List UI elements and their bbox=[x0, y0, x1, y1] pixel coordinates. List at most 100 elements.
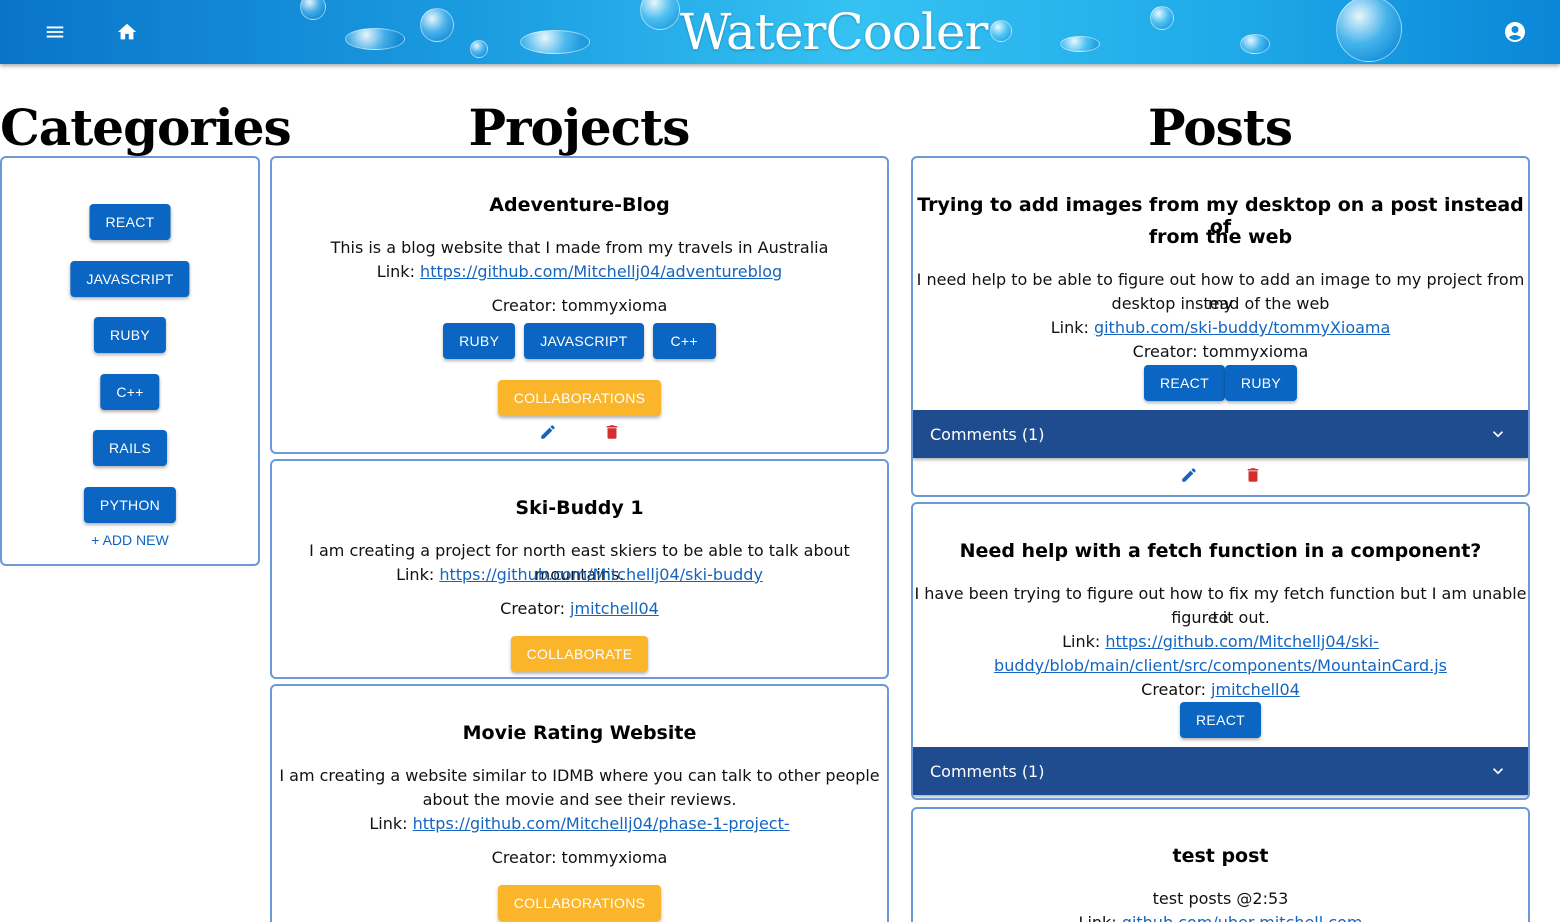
creator-label: Creator: bbox=[491, 848, 562, 867]
link-label: Link: bbox=[396, 565, 440, 584]
bubble-decoration bbox=[1150, 6, 1174, 30]
post-card: Need help with a fetch function in a com… bbox=[911, 502, 1530, 800]
post-creator[interactable]: jmitchell04 bbox=[1211, 680, 1300, 699]
post-link-line: Link: https://github.com/Mitchellj04/ski… bbox=[913, 630, 1528, 654]
post-title: from the web bbox=[1148, 226, 1293, 248]
post-tags: REACT bbox=[913, 702, 1528, 738]
categories-heading: Categories bbox=[0, 98, 292, 157]
post-body: figure it out. bbox=[1171, 608, 1270, 627]
creator-label: Creator: bbox=[500, 599, 571, 618]
home-button[interactable] bbox=[111, 16, 143, 48]
project-link-line: Link: https://github.com/Mitchellj04/adv… bbox=[272, 260, 887, 284]
bubble-decoration bbox=[640, 0, 680, 30]
project-actions: COLLABORATIONS bbox=[272, 380, 887, 416]
menu-button[interactable] bbox=[39, 16, 71, 48]
post-creator-line: Creator: tommyxioma bbox=[913, 340, 1528, 364]
post-link-line: Link: github.com/uber-mitchell.com bbox=[913, 911, 1528, 922]
post-link[interactable]: github.com/ski-buddy/tommyXioama bbox=[1094, 318, 1390, 337]
chevron-down-icon bbox=[1493, 431, 1503, 438]
project-creator[interactable]: jmitchell04 bbox=[570, 599, 659, 618]
project-description: I am creating a website similar to IDMB … bbox=[279, 766, 880, 785]
collaborations-button[interactable]: COLLABORATIONS bbox=[497, 380, 662, 416]
link-label: Link: bbox=[1079, 913, 1122, 922]
account-circle-icon bbox=[1505, 22, 1525, 42]
post-card: Trying to add images from my desktop on … bbox=[911, 156, 1530, 497]
tag-ruby-button[interactable]: RUBY bbox=[443, 323, 516, 359]
post-link[interactable]: buddy/blob/main/client/src/components/Mo… bbox=[994, 656, 1447, 675]
tag-ruby-button[interactable]: RUBY bbox=[1224, 365, 1298, 401]
bubble-decoration bbox=[1060, 36, 1100, 52]
post-title: Need help with a fetch function in a com… bbox=[959, 540, 1482, 562]
post-body: test posts @2:53 bbox=[1152, 889, 1289, 908]
category-javascript-button[interactable]: JAVASCRIPT bbox=[70, 261, 190, 297]
post-link[interactable]: https://github.com/Mitchellj04/ski- bbox=[1105, 632, 1379, 651]
edit-icon[interactable] bbox=[1179, 465, 1199, 485]
bubble-decoration bbox=[1336, 0, 1402, 62]
add-category-button[interactable]: + ADD NEW bbox=[2, 532, 258, 548]
link-label: Link: bbox=[376, 262, 421, 281]
post-body: desktop instead of the web bbox=[1111, 294, 1330, 313]
project-actions: COLLABORATE bbox=[272, 636, 887, 672]
bubble-decoration bbox=[990, 20, 1012, 42]
creator-label: Creator: bbox=[491, 296, 562, 315]
project-tags: RUBY JAVASCRIPT C++ bbox=[272, 323, 887, 359]
menu-icon bbox=[46, 26, 64, 38]
comments-accordion[interactable]: Comments (1) bbox=[913, 410, 1528, 458]
project-edit-delete bbox=[272, 422, 887, 442]
post-creator-line: Creator: jmitchell04 bbox=[913, 678, 1528, 702]
category-react-button[interactable]: REACT bbox=[89, 204, 171, 240]
link-label: Link: bbox=[1062, 632, 1106, 651]
account-button[interactable] bbox=[1499, 16, 1531, 48]
tag-cpp-button[interactable]: C++ bbox=[652, 323, 716, 359]
project-description: This is a blog website that I made from … bbox=[330, 238, 829, 257]
category-python-button[interactable]: PYTHON bbox=[83, 487, 177, 523]
delete-icon[interactable] bbox=[1243, 465, 1263, 485]
tag-react-button[interactable]: REACT bbox=[1180, 702, 1261, 738]
project-link-line: Link: https://github.com/Mitchellj04/pha… bbox=[272, 812, 887, 836]
category-rails-button[interactable]: RAILS bbox=[93, 430, 167, 466]
edit-icon[interactable] bbox=[538, 422, 558, 442]
project-creator: tommyxioma bbox=[561, 848, 668, 867]
app-bar: WaterCooler bbox=[0, 0, 1560, 64]
collaborations-button[interactable]: COLLABORATIONS bbox=[497, 885, 662, 921]
project-card: Adeventure-Blog This is a blog website t… bbox=[270, 156, 889, 454]
project-link[interactable]: https://github.com/Mitchellj04/phase-1-p… bbox=[413, 814, 790, 833]
home-icon bbox=[117, 23, 137, 40]
link-label: Link: bbox=[1050, 318, 1094, 337]
project-description: about the movie and see their reviews. bbox=[422, 790, 737, 809]
posts-heading: Posts bbox=[1148, 98, 1293, 157]
project-creator-line: Creator: jmitchell04 bbox=[272, 597, 887, 621]
bubble-decoration bbox=[1240, 34, 1270, 54]
chevron-down-icon bbox=[1493, 768, 1503, 775]
bubble-decoration bbox=[520, 30, 590, 54]
post-creator: tommyxioma bbox=[1202, 342, 1309, 361]
post-title: test post bbox=[1172, 845, 1269, 867]
tag-javascript-button[interactable]: JAVASCRIPT bbox=[524, 323, 644, 359]
project-creator: tommyxioma bbox=[561, 296, 668, 315]
post-link-line: buddy/blob/main/client/src/components/Mo… bbox=[913, 654, 1528, 678]
creator-label: Creator: bbox=[1132, 342, 1203, 361]
collaborate-button[interactable]: COLLABORATE bbox=[510, 636, 649, 672]
post-edit-delete bbox=[913, 465, 1528, 485]
projects-heading: Projects bbox=[468, 98, 691, 157]
comments-label: Comments (1) bbox=[930, 761, 1045, 781]
project-title: Movie Rating Website bbox=[462, 722, 697, 744]
comments-accordion[interactable]: Comments (1) bbox=[913, 747, 1528, 795]
app-title[interactable]: WaterCooler bbox=[680, 2, 988, 62]
project-creator-line: Creator: tommyxioma bbox=[272, 294, 887, 318]
tag-react-button[interactable]: REACT bbox=[1143, 365, 1225, 401]
project-link[interactable]: https://github.com/Mitchellj04/ski-buddy bbox=[439, 565, 763, 584]
post-link[interactable]: github.com/uber-mitchell.com bbox=[1122, 913, 1363, 922]
delete-icon[interactable] bbox=[602, 422, 622, 442]
project-creator-line: Creator: tommyxioma bbox=[272, 846, 887, 870]
post-link-line: Link: github.com/ski-buddy/tommyXioama bbox=[913, 316, 1528, 340]
post-card: test post test posts @2:53 Link: github.… bbox=[911, 807, 1530, 922]
post-tags: REACT RUBY bbox=[913, 365, 1528, 401]
category-ruby-button[interactable]: RUBY bbox=[93, 317, 167, 353]
project-link[interactable]: https://github.com/Mitchellj04/adventure… bbox=[420, 262, 782, 281]
project-card: Ski-Buddy 1 I am creating a project for … bbox=[270, 459, 889, 679]
bubble-decoration bbox=[345, 28, 405, 50]
link-label: Link: bbox=[369, 814, 413, 833]
project-link-line: Link: https://github.com/Mitchellj04/ski… bbox=[272, 563, 887, 587]
category-cpp-button[interactable]: C++ bbox=[100, 374, 160, 410]
